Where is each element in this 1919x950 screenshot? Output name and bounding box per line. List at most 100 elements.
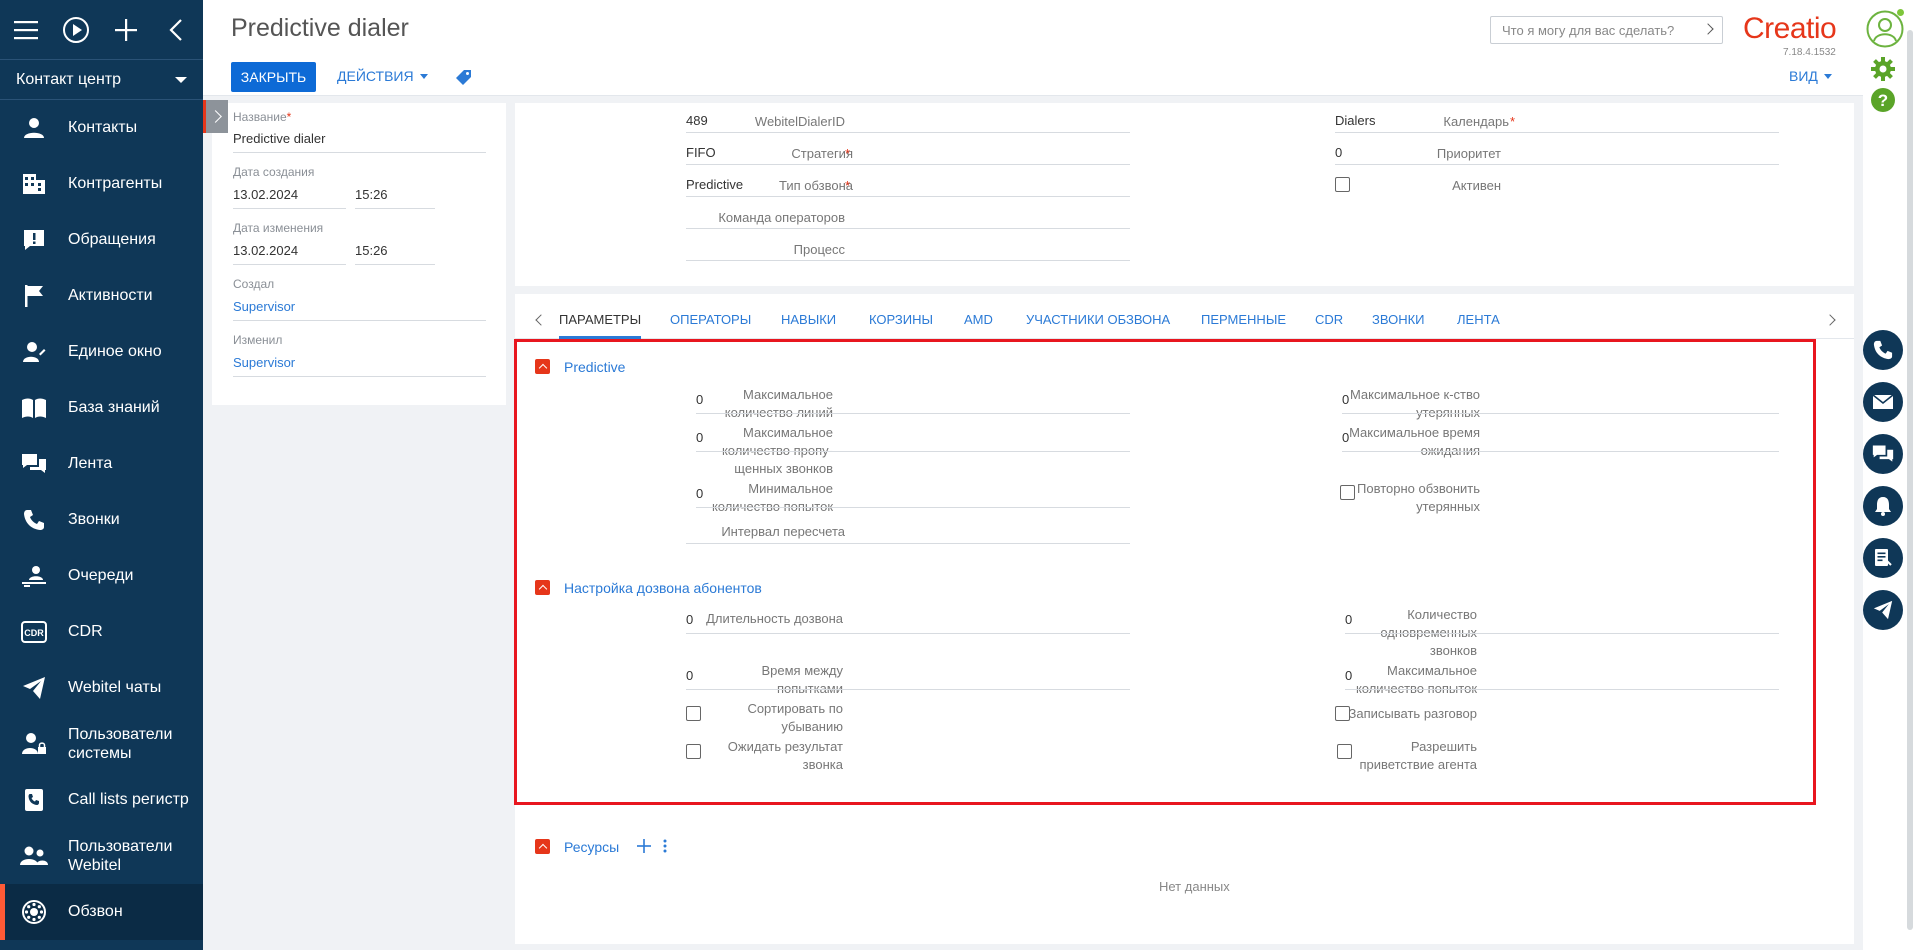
max-attempts-input[interactable]: 0 [1345,668,1352,683]
actions-button[interactable]: ДЕЙСТВИЯ [337,68,428,84]
created-date-label: Дата создания [233,165,315,179]
sidebar-item-single-window[interactable]: Единое окно [0,324,203,380]
main-fields-card: WebitelDialerID 489 Стратегия * FIFO Тип… [515,103,1854,286]
book-icon [20,394,48,422]
hamburger-menu-icon[interactable] [12,16,40,44]
tab-amd[interactable]: AMD [964,312,993,327]
document-icon[interactable] [1863,538,1903,578]
min-attempts-input[interactable]: 0 [696,486,703,501]
dialer-id-input[interactable]: 489 [686,113,708,128]
settings-gear-icon[interactable] [1869,55,1897,83]
send-icon[interactable] [1863,590,1903,630]
sort-desc-label: Сортировать по убыванию [747,701,843,734]
dial-settings-group-title[interactable]: Настройка дозвона абонентов [564,580,762,596]
sidebar-item-label: Пользователи системы [68,726,173,762]
tabs-scroll-left-icon[interactable] [535,314,547,326]
sidebar-item-dialer[interactable]: Обзвон [0,884,203,940]
collapse-panel-button[interactable] [203,100,228,133]
sidebar-item-call-lists[interactable]: Call lists регистр [0,772,203,828]
tab-buckets[interactable]: КОРЗИНЫ [869,312,933,327]
chat-icon[interactable] [1863,434,1903,474]
users-icon [20,842,48,870]
sidebar-item-label: CDR [68,623,103,640]
process-input[interactable] [686,241,1130,260]
sort-desc-checkbox[interactable] [686,706,701,721]
help-icon[interactable]: ? [1869,86,1897,114]
max-lines-input[interactable]: 0 [696,392,703,407]
redial-lost-checkbox[interactable] [1340,485,1355,500]
sidebar-item-cdr[interactable]: CDR CDR [0,604,203,660]
collapse-group-icon[interactable] [535,839,550,854]
priority-input[interactable]: 0 [1335,145,1342,160]
sidebar-item-system-users[interactable]: Пользователи системы [0,716,203,772]
concurrent-calls-input[interactable]: 0 [1345,612,1352,627]
tabs-scroll-right-icon[interactable] [1824,314,1836,326]
tab-participants[interactable]: УЧАСТНИКИ ОБЗВОНА [1026,312,1170,327]
play-process-icon[interactable] [62,16,90,44]
tab-operators[interactable]: ОПЕРАТОРЫ [670,312,751,327]
record-info-panel: Название* Predictive dialer Дата создани… [212,103,506,405]
tab-bar: ПАРАМЕТРЫ ОПЕРАТОРЫ НАВЫКИ КОРЗИНЫ AMD У… [515,294,1854,339]
collapse-group-icon[interactable] [535,580,550,595]
dial-duration-input[interactable]: 0 [686,612,693,627]
max-lost-input[interactable]: 0 [1342,392,1349,407]
phone-icon[interactable] [1863,330,1903,370]
chevron-down-icon [419,73,428,79]
more-options-icon[interactable] [663,839,667,858]
attempt-interval-input[interactable]: 0 [686,668,693,683]
recalc-interval-input[interactable] [686,523,1130,542]
max-attempts-label: Максимальное количество попыток [1355,663,1477,696]
tab-skills[interactable]: НАВЫКИ [781,312,836,327]
calendar-select[interactable]: Dialers [1335,113,1375,128]
tab-feed[interactable]: ЛЕНТА [1457,312,1500,327]
max-wait-input[interactable]: 0 [1342,430,1349,445]
record-call-checkbox[interactable] [1335,706,1350,721]
max-missed-input[interactable]: 0 [696,430,703,445]
page-scrollbar[interactable] [1907,30,1913,930]
sidebar-toolbar [0,0,203,60]
sidebar-item-webitel-chats[interactable]: Webitel чаты [0,660,203,716]
sidebar-item-label: Обзвон [68,903,123,920]
sidebar-item-feed[interactable]: Лента [0,436,203,492]
sidebar-item-label: Пользователи Webitel [68,838,173,874]
tab-calls[interactable]: ЗВОНКИ [1372,312,1425,327]
created-by-link[interactable]: Supervisor [233,299,295,314]
sidebar-item-webitel-users[interactable]: Пользователи Webitel [0,828,203,884]
add-icon[interactable] [112,16,140,44]
resources-group-title[interactable]: Ресурсы [564,839,619,855]
wait-result-checkbox[interactable] [686,744,701,759]
add-resource-icon[interactable] [637,839,651,858]
command-search-input[interactable]: Что я могу для вас сделать? [1490,16,1723,44]
agent-greeting-checkbox[interactable] [1337,744,1352,759]
dial-type-select[interactable]: Predictive [686,177,743,192]
tab-variables[interactable]: ПЕРМЕННЫЕ [1201,312,1286,327]
view-button[interactable]: ВИД [1789,68,1832,84]
attempt-interval-label: Время между попытками [761,663,843,696]
collapse-group-icon[interactable] [535,359,550,374]
sidebar-item-contacts[interactable]: Контакты [0,100,203,156]
sidebar-item-calls[interactable]: Звонки [0,492,203,548]
sidebar-item-activities[interactable]: Активности [0,268,203,324]
tab-parameters[interactable]: ПАРАМЕТРЫ [559,312,641,327]
name-input[interactable]: Predictive dialer [233,131,326,146]
modified-by-link[interactable]: Supervisor [233,355,295,370]
notifications-bell-icon[interactable] [1863,486,1903,526]
sidebar-item-accounts[interactable]: Контрагенты [0,156,203,212]
active-checkbox[interactable] [1335,177,1350,192]
tag-icon[interactable] [455,68,473,86]
email-icon[interactable] [1863,382,1903,422]
back-arrow-icon[interactable] [162,16,190,44]
tab-cdr[interactable]: CDR [1315,312,1343,327]
wait-result-label: Ожидать результат звонка [727,739,843,772]
sidebar-item-knowledge-base[interactable]: База знаний [0,380,203,436]
sidebar-item-queues[interactable]: Очереди [0,548,203,604]
predictive-group-title[interactable]: Predictive [564,359,625,375]
workspace-selector[interactable]: Контакт центр [0,60,203,100]
chevron-right-icon [1702,23,1714,35]
close-button[interactable]: ЗАКРЫТЬ [231,62,316,92]
resources-empty-text: Нет данных [1159,879,1230,894]
strategy-select[interactable]: FIFO [686,145,716,160]
operators-team-input[interactable] [686,209,1130,228]
sidebar-item-label: Контрагенты [68,175,163,192]
sidebar-item-cases[interactable]: Обращения [0,212,203,268]
